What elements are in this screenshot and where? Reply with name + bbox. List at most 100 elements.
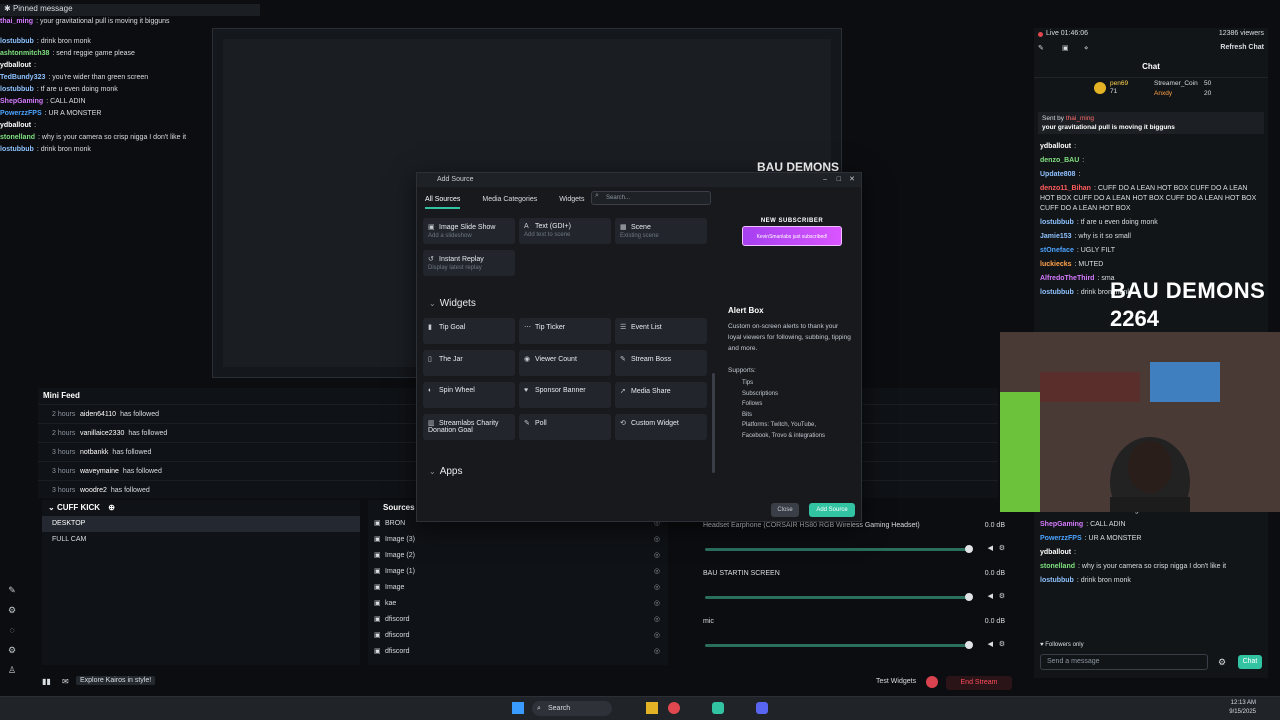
- visibility-icon[interactable]: ◎: [654, 628, 660, 644]
- feed-user[interactable]: notbankk: [80, 449, 108, 456]
- chat-user[interactable]: AlfredoTheThird: [1040, 275, 1094, 282]
- source-item[interactable]: ▣ dfiscord ◎: [368, 612, 668, 628]
- record-icon[interactable]: [926, 676, 938, 688]
- add-scene-icon[interactable]: ⊕: [108, 503, 115, 512]
- chat-send-button[interactable]: Chat: [1238, 655, 1262, 669]
- stats-icon[interactable]: ▮▮: [42, 677, 51, 686]
- source-tile[interactable]: ▦ Scene Existing scene: [615, 218, 707, 244]
- chat-user[interactable]: lostubbub: [1040, 219, 1074, 226]
- close-button[interactable]: Close: [771, 503, 799, 517]
- chat-user[interactable]: ydballout: [1040, 143, 1071, 150]
- volume-knob[interactable]: [965, 545, 973, 553]
- paint-icon[interactable]: ✎: [0, 585, 24, 605]
- explore-link[interactable]: Explore Kairos in style!: [76, 676, 156, 685]
- scene-item[interactable]: FULL CAM: [42, 532, 360, 548]
- source-item[interactable]: ▣ Image (1) ◎: [368, 564, 668, 580]
- tab-media-categories[interactable]: Media Categories: [482, 193, 537, 207]
- source-item[interactable]: ▣ Image (3) ◎: [368, 532, 668, 548]
- tab-widgets[interactable]: Widgets: [559, 193, 584, 207]
- close-icon[interactable]: ✕: [849, 173, 855, 187]
- end-stream-button[interactable]: End Stream: [946, 676, 1012, 690]
- widgets-section-heading[interactable]: ⌄ Widgets: [429, 298, 476, 309]
- refresh-chat-button[interactable]: Refresh Chat: [1220, 44, 1264, 51]
- widget-tile[interactable]: ✎ Stream Boss: [615, 350, 707, 376]
- add-source-button[interactable]: Add Source: [809, 503, 855, 517]
- chat-user[interactable]: Update808: [1040, 171, 1075, 178]
- feed-user[interactable]: vanillaice2330: [80, 430, 124, 437]
- widget-tile[interactable]: ⋯ Tip Ticker: [519, 318, 611, 344]
- widget-tile[interactable]: ➚ Media Share: [615, 382, 707, 408]
- source-item[interactable]: ▣ dfiscord ◎: [368, 628, 668, 644]
- speaker-icon[interactable]: ◀: [988, 544, 993, 552]
- visibility-icon[interactable]: ◎: [654, 596, 660, 612]
- volume-knob[interactable]: [965, 593, 973, 601]
- streamlabs-icon[interactable]: [712, 702, 724, 714]
- windows-start-icon[interactable]: [512, 702, 524, 714]
- chat-user[interactable]: ydballout: [1040, 549, 1071, 556]
- user-icon[interactable]: ♙: [0, 665, 24, 685]
- taskbar-search[interactable]: ⌕ Search: [532, 701, 612, 716]
- chat-user[interactable]: Jamie153: [1040, 233, 1072, 240]
- scrollbar[interactable]: [712, 373, 715, 473]
- widget-tile[interactable]: ☰ Event List: [615, 318, 707, 344]
- send-message-input[interactable]: Send a message: [1040, 654, 1208, 670]
- scene-item[interactable]: DESKTOP: [42, 516, 360, 532]
- tab-all-sources[interactable]: All Sources: [425, 193, 461, 209]
- chat-user[interactable]: lostubbub: [1040, 577, 1074, 584]
- speaker-icon[interactable]: ◀: [988, 640, 993, 648]
- gear-icon[interactable]: ⚙: [999, 592, 1005, 600]
- search-input[interactable]: Search...: [591, 191, 711, 205]
- visibility-icon[interactable]: ◎: [654, 548, 660, 564]
- visibility-icon[interactable]: ◎: [654, 612, 660, 628]
- volume-slider[interactable]: [705, 644, 972, 647]
- widget-tile[interactable]: ✎ Poll: [519, 414, 611, 440]
- widget-tile[interactable]: ♥ Sponsor Banner: [519, 382, 611, 408]
- feed-user[interactable]: aiden64110: [80, 411, 116, 418]
- source-tile[interactable]: A Text (GDI+) Add text to scene: [519, 218, 611, 244]
- source-item[interactable]: ▣ kae ◎: [368, 596, 668, 612]
- speaker-icon[interactable]: ◀: [988, 592, 993, 600]
- chat-user[interactable]: ShepGaming: [1040, 521, 1083, 528]
- widget-tile[interactable]: ◐ Spin Wheel: [423, 382, 515, 408]
- widget-tile[interactable]: ◉ Viewer Count: [519, 350, 611, 376]
- widget-tile[interactable]: ▯ The Jar: [423, 350, 515, 376]
- minimize-icon[interactable]: –: [823, 173, 827, 187]
- visibility-icon[interactable]: ◎: [654, 580, 660, 596]
- maximize-icon[interactable]: □: [837, 173, 841, 187]
- gear-icon[interactable]: ⚙: [999, 640, 1005, 648]
- volume-slider[interactable]: [705, 596, 972, 599]
- visibility-icon[interactable]: ◎: [654, 532, 660, 548]
- chrome-icon[interactable]: [668, 702, 680, 714]
- popout-icon[interactable]: ▣: [1062, 44, 1069, 52]
- source-tile[interactable]: ↺ Instant Replay Display latest replay: [423, 250, 515, 276]
- visibility-icon[interactable]: ◎: [654, 644, 660, 660]
- edit-icon[interactable]: ✎: [1038, 44, 1044, 52]
- source-item[interactable]: ▣ dfiscord ◎: [368, 644, 668, 660]
- widget-tile[interactable]: ▥ Streamlabs Charity Donation Goal: [423, 414, 515, 440]
- widget-tile[interactable]: ⟲ Custom Widget: [615, 414, 707, 440]
- feed-user[interactable]: woodre2: [80, 487, 107, 494]
- chat-user[interactable]: denzo11_Bihan: [1040, 185, 1091, 192]
- scene-collection-title[interactable]: ⌄ CUFF KICK ⊕: [42, 500, 360, 516]
- test-widgets-button[interactable]: Test Widgets: [876, 678, 916, 685]
- volume-knob[interactable]: [965, 641, 973, 649]
- chat-user[interactable]: stOneface: [1040, 247, 1074, 254]
- share-icon[interactable]: ⋄: [1084, 44, 1088, 52]
- chat-settings-icon[interactable]: ⚙: [1218, 657, 1226, 668]
- source-tile[interactable]: ▣ Image Slide Show Add a slideshow: [423, 218, 515, 244]
- widget-tile[interactable]: ▮ Tip Goal: [423, 318, 515, 344]
- discord-icon[interactable]: [756, 702, 768, 714]
- source-item[interactable]: ▣ Image (2) ◎: [368, 548, 668, 564]
- feed-user[interactable]: waveymaine: [80, 468, 119, 475]
- gear-icon[interactable]: ⚙: [999, 544, 1005, 552]
- chat-user[interactable]: denzo_BAU: [1040, 157, 1079, 164]
- visibility-icon[interactable]: ◎: [654, 564, 660, 580]
- settings-icon[interactable]: ⚙: [0, 645, 24, 665]
- chat-user[interactable]: luckiecks: [1040, 261, 1072, 268]
- source-item[interactable]: ▣ Image ◎: [368, 580, 668, 596]
- chat-user[interactable]: PowerzzFPS: [1040, 535, 1082, 542]
- gear-small-icon[interactable]: ⚙: [0, 605, 24, 625]
- apps-section-heading[interactable]: ⌄ Apps: [429, 466, 463, 477]
- volume-slider[interactable]: [705, 548, 972, 551]
- chat-user[interactable]: lostubbub: [1040, 289, 1074, 296]
